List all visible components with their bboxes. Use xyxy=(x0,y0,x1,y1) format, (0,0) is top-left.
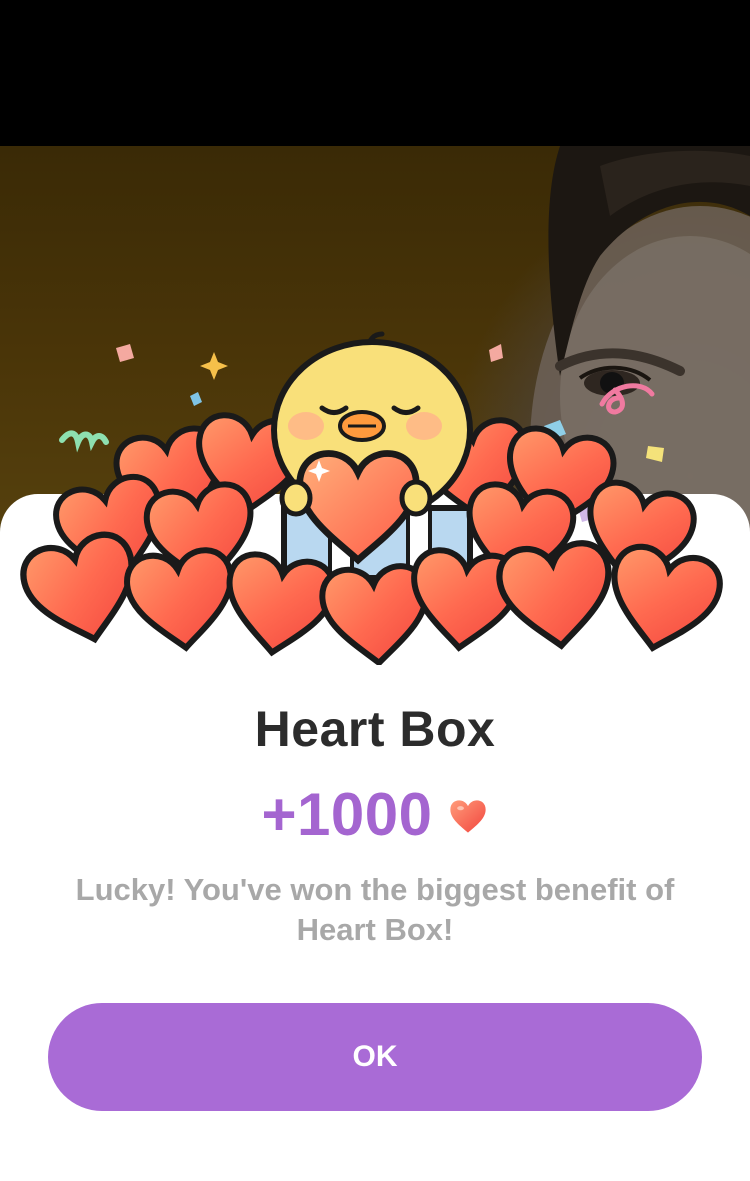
reward-row: +1000 xyxy=(0,780,750,849)
reward-message: Lucky! You've won the biggest benefit of… xyxy=(75,872,675,947)
reward-amount: +1000 xyxy=(261,781,433,848)
status-bar-area xyxy=(0,0,750,146)
heart-box-screen: Heart Box +1000 Lucky! You've won the bi… xyxy=(0,0,750,1181)
heart-icon xyxy=(449,799,486,833)
ok-button[interactable]: OK xyxy=(48,1003,702,1111)
dialog-title: Heart Box xyxy=(254,701,496,757)
heart-box-illustration xyxy=(0,331,750,665)
